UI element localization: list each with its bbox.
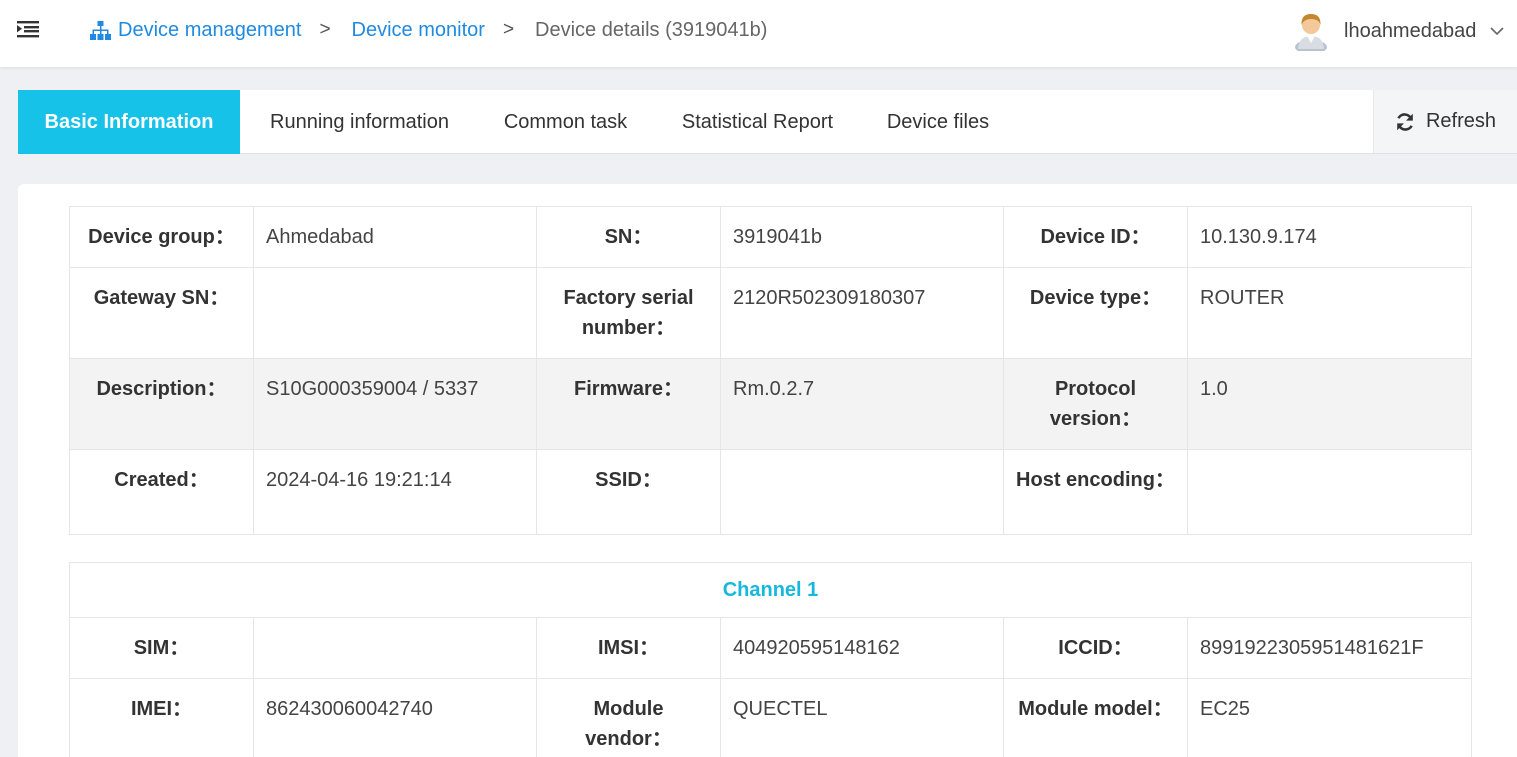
created-label: Created： (69, 449, 254, 535)
breadcrumb-label: Device management (118, 18, 302, 41)
device-type-label: Device type： (1003, 267, 1188, 359)
tab-basic-information[interactable]: Basic Information (18, 90, 240, 154)
description-value: S10G000359004 / 5337 (253, 358, 537, 450)
breadcrumb-current-page: Device details (3919041b) (535, 18, 768, 41)
breadcrumb-device-monitor[interactable]: Device monitor (352, 19, 485, 42)
tab-bar: Basic Information Running information Co… (18, 90, 1517, 154)
device-group-value: Ahmedabad (253, 206, 537, 268)
chevron-down-icon (1490, 27, 1504, 36)
device-type-value: ROUTER (1187, 267, 1472, 359)
user-name: lhoahmedabad (1344, 19, 1477, 42)
table-row: Device group： Ahmedabad SN： 3919041b Dev… (69, 206, 1472, 268)
menu-collapse-icon[interactable] (17, 20, 39, 38)
refresh-label: Refresh (1425, 110, 1497, 132)
imsi-value: 404920595148162 (720, 617, 1004, 679)
created-value: 2024-04-16 19:21:14 (253, 449, 537, 535)
tab-running-information[interactable]: Running information (240, 90, 479, 154)
sn-value: 3919041b (720, 206, 1004, 268)
protocol-version-value: 1.0 (1187, 358, 1472, 450)
basic-info-table: Device group： Ahmedabad SN： 3919041b Dev… (69, 206, 1472, 535)
imsi-label: IMSI： (536, 617, 721, 679)
factory-serial-value: 2120R502309180307 (720, 267, 1004, 359)
device-details-panel: Device group： Ahmedabad SN： 3919041b Dev… (18, 184, 1517, 757)
table-row: SIM： IMSI： 404920595148162 ICCID： 899192… (69, 617, 1473, 679)
refresh-icon (1397, 112, 1413, 131)
sitemap-icon (90, 20, 111, 40)
firmware-label: Firmware： (536, 358, 721, 450)
sn-label: SN： (536, 206, 721, 268)
description-label: Description： (69, 358, 254, 450)
channel-title: Channel 1 (68, 562, 1473, 618)
firmware-value: Rm.0.2.7 (720, 358, 1004, 450)
breadcrumb: Device management > Device monitor > Dev… (90, 17, 767, 43)
tab-statistical-report[interactable]: Statistical Report (652, 90, 863, 154)
tab-common-task[interactable]: Common task (479, 90, 652, 154)
sim-value (253, 617, 537, 679)
ssid-label: SSID： (536, 449, 721, 535)
refresh-button[interactable]: Refresh (1373, 90, 1517, 153)
ssid-value (720, 449, 1004, 535)
module-vendor-label: Module vendor： (536, 678, 721, 757)
protocol-version-label: Protocol version： (1003, 358, 1188, 450)
user-menu[interactable]: lhoahmedabad (1293, 10, 1504, 52)
breadcrumb-separator: > (502, 19, 515, 40)
gateway-sn-label: Gateway SN： (69, 267, 254, 359)
table-row: Gateway SN： Factory serial number： 2120R… (69, 267, 1472, 359)
breadcrumb-separator: > (319, 19, 331, 40)
iccid-label: ICCID： (1003, 617, 1188, 679)
device-id-label: Device ID： (1003, 206, 1188, 268)
table-row: Created： 2024-04-16 19:21:14 SSID： Host … (69, 449, 1472, 535)
table-row: Channel 1 (68, 562, 1473, 618)
host-encoding-value (1187, 449, 1472, 535)
table-row: IMEI： 862430060042740 Module vendor： QUE… (69, 678, 1473, 757)
module-vendor-value: QUECTEL (720, 678, 1004, 757)
device-id-value: 10.130.9.174 (1187, 206, 1472, 268)
top-header: Device management > Device monitor > Dev… (0, 0, 1517, 67)
avatar (1295, 14, 1327, 51)
module-model-value: EC25 (1186, 678, 1473, 757)
imei-value: 862430060042740 (253, 678, 537, 757)
host-encoding-label: Host encoding： (1003, 449, 1188, 535)
device-group-label: Device group： (69, 206, 254, 268)
imei-label: IMEI： (69, 678, 254, 757)
module-model-label: Module model： (1003, 678, 1188, 757)
channel-table: Channel 1 SIM： IMSI： 404920595148162 ICC… (68, 562, 1473, 757)
table-row: Description： S10G000359004 / 5337 Firmwa… (69, 358, 1472, 450)
gateway-sn-value (253, 267, 537, 359)
tab-device-files[interactable]: Device files (863, 90, 1013, 154)
iccid-value: 8991922305951481621F (1186, 617, 1473, 679)
sim-label: SIM： (69, 617, 254, 679)
breadcrumb-device-management[interactable]: Device management (90, 19, 301, 42)
factory-serial-label: Factory serial number： (536, 267, 721, 359)
